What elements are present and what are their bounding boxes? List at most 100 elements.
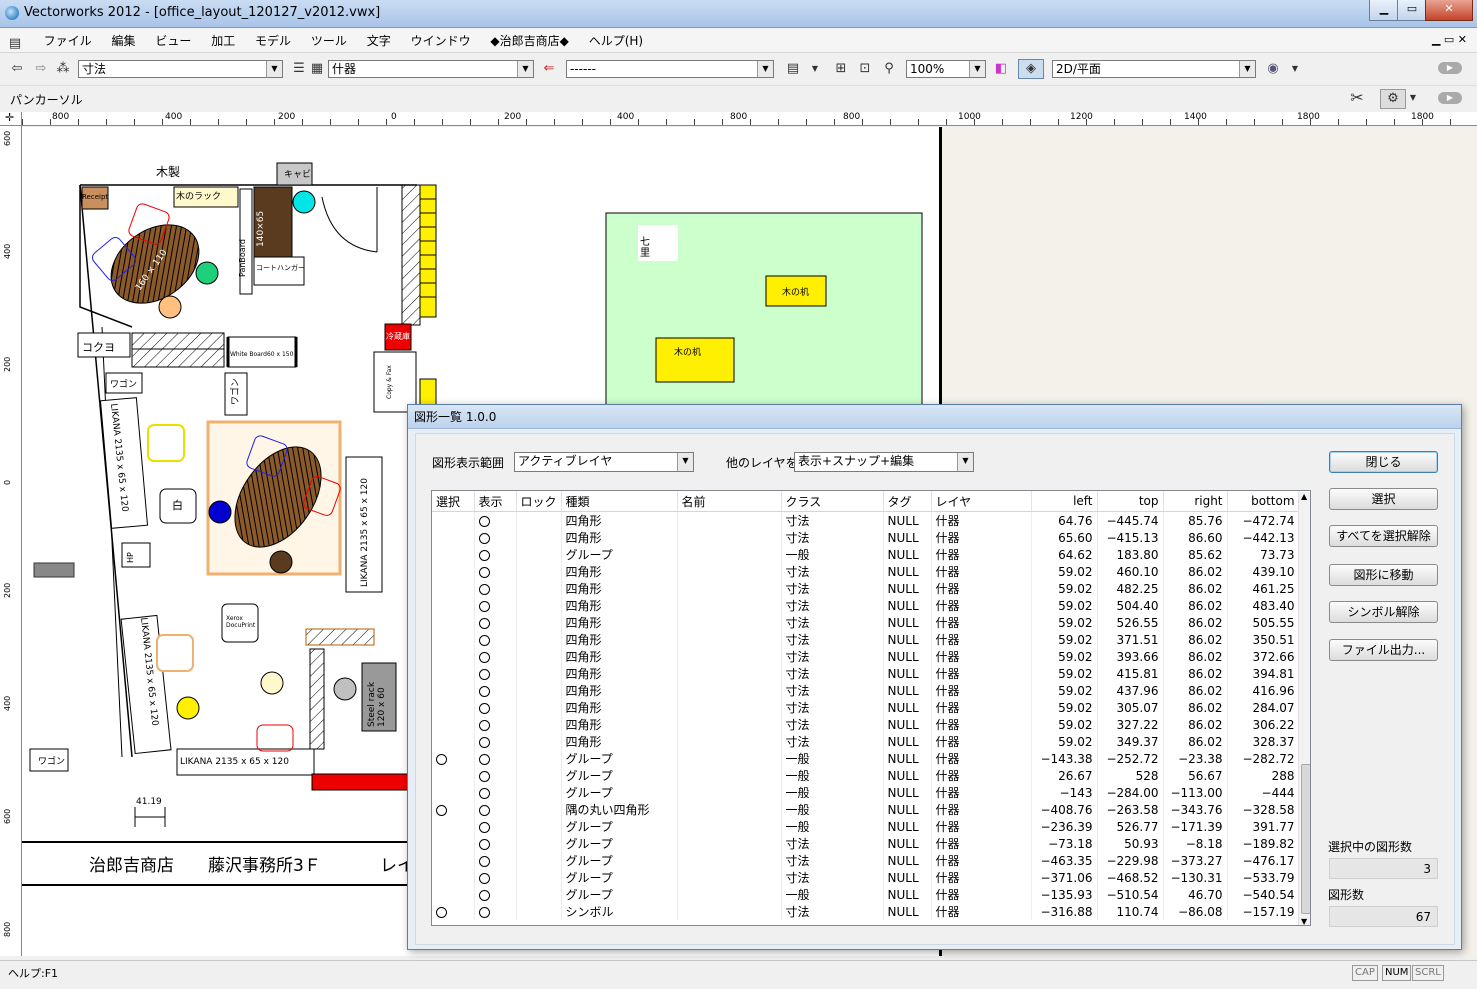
table-row[interactable]: 四角形 寸法 NULL 什器 59.02 415.81 86.02 394.81	[432, 665, 1300, 682]
gear-dropdown-icon[interactable]: ▼	[1404, 89, 1422, 107]
menu-custom[interactable]: ◆治郎吉商店◆	[482, 29, 576, 53]
circle-icon[interactable]	[478, 515, 490, 527]
circle-icon[interactable]	[478, 855, 490, 867]
col-bottom[interactable]: bottom	[1227, 491, 1300, 512]
table-row[interactable]: 四角形 寸法 NULL 什器 59.02 460.10 86.02 439.10	[432, 563, 1300, 580]
circle-icon[interactable]	[478, 566, 490, 578]
col-top[interactable]: top	[1097, 491, 1164, 512]
horizontal-ruler[interactable]: 800 400 200 0 200 400 800 800 1000 1200 …	[22, 112, 1477, 126]
menu-edit[interactable]: 編集	[104, 29, 144, 53]
table-row[interactable]: グループ 寸法 NULL 什器 −463.35 −229.98 −373.27 −476.17	[432, 852, 1300, 869]
table-row[interactable]: グループ 寸法 NULL 什器 −371.06 −468.52 −130.31 −533.79	[432, 869, 1300, 886]
table-row[interactable]: 四角形 寸法 NULL 什器 59.02 482.25 86.02 461.25	[432, 580, 1300, 597]
col-right[interactable]: right	[1163, 491, 1228, 512]
table-row[interactable]: グループ 一般 NULL 什器 64.62 183.80 85.62 73.73	[432, 546, 1300, 563]
camera-dropdown-icon[interactable]: ▼	[1286, 60, 1304, 78]
scope-combo[interactable]: アクティブレイヤ ▼	[514, 452, 694, 472]
table-row[interactable]: グループ 一般 NULL 什器 −143 −284.00 −113.00 −444	[432, 784, 1300, 801]
forward-icon[interactable]: ⇨	[32, 60, 50, 78]
table-row[interactable]: 四角形 寸法 NULL 什器 59.02 371.51 86.02 350.51	[432, 631, 1300, 648]
deselect-all-button[interactable]: すべてを選択解除	[1329, 525, 1438, 547]
ruler-origin[interactable]: ✛	[0, 111, 22, 126]
scroll-up-icon[interactable]: ▲	[1301, 492, 1307, 501]
circle-icon[interactable]	[478, 600, 490, 612]
circle-icon[interactable]	[478, 804, 490, 816]
document-icon[interactable]: ▤	[6, 35, 24, 53]
layers-icon[interactable]: ☰	[290, 60, 308, 78]
list-scrollbar[interactable]: ▲ ▼	[1298, 492, 1310, 925]
circle-icon[interactable]	[478, 583, 490, 595]
table-row[interactable]: グループ 寸法 NULL 什器 −73.18 50.93 −8.18 −189.82	[432, 835, 1300, 852]
other-layers-combo[interactable]: 表示+スナップ+編集 ▼	[794, 452, 974, 472]
class-icon[interactable]: ⁂	[54, 60, 72, 78]
circle-icon[interactable]	[478, 821, 490, 833]
table-row[interactable]: 四角形 寸法 NULL 什器 65.60 −415.13 86.60 −442.13	[432, 529, 1300, 546]
circle-icon[interactable]	[478, 753, 490, 765]
circle-icon[interactable]	[478, 532, 490, 544]
menu-text[interactable]: 文字	[359, 29, 399, 53]
layer-combo[interactable]: 什器 ▼	[328, 60, 534, 78]
col-tag[interactable]: タグ	[883, 491, 932, 512]
circle-icon[interactable]	[478, 906, 490, 918]
circle-icon[interactable]	[478, 889, 490, 901]
col-visible[interactable]: 表示	[474, 491, 517, 512]
circle-icon[interactable]	[436, 906, 447, 918]
style-combo[interactable]: ------ ▼	[566, 60, 774, 78]
circle-icon[interactable]	[478, 787, 490, 799]
menu-view[interactable]: ビュー	[147, 29, 199, 53]
circle-icon[interactable]	[478, 634, 490, 646]
circle-icon[interactable]	[478, 736, 490, 748]
maximize-button[interactable]: ▭	[1397, 0, 1427, 21]
menu-window[interactable]: ウインドウ	[403, 29, 479, 53]
vertical-ruler[interactable]: 600 400 200 0 200 400 600 800	[0, 126, 22, 956]
scroll-thumb[interactable]	[1301, 764, 1310, 914]
table-row[interactable]: グループ 一般 NULL 什器 26.67 528 56.67 288	[432, 767, 1300, 784]
close-button[interactable]: 閉じる	[1329, 451, 1438, 473]
circle-icon[interactable]	[478, 651, 490, 663]
fit-icon[interactable]: ⊞	[832, 60, 850, 78]
export-button[interactable]: ファイル出力...	[1329, 639, 1438, 661]
table-row[interactable]: 四角形 寸法 NULL 什器 59.02 305.07 86.02 284.07	[432, 699, 1300, 716]
minimize-button[interactable]: ▁	[1369, 0, 1399, 21]
mdi-controls[interactable]: ▁ ▭ ✕	[1432, 33, 1467, 46]
render-icon[interactable]: ◧	[992, 60, 1010, 78]
circle-icon[interactable]	[478, 872, 490, 884]
view-combo[interactable]: 2D/平面 ▼	[1052, 60, 1256, 78]
pan-tool-icon[interactable]: ✂	[1348, 89, 1366, 107]
table-row[interactable]: 四角形 寸法 NULL 什器 59.02 393.66 86.02 372.66	[432, 648, 1300, 665]
col-select[interactable]: 選択	[432, 491, 475, 512]
table-row[interactable]: 隅の丸い四角形 一般 NULL 什器 −408.76 −263.58 −343.76 −328…	[432, 801, 1300, 818]
modebar-toggle-icon[interactable]: ▶	[1438, 92, 1462, 104]
page-icon[interactable]: ▤	[784, 60, 802, 78]
col-lock[interactable]: ロック	[516, 491, 562, 512]
circle-icon[interactable]	[478, 719, 490, 731]
circle-icon[interactable]	[436, 753, 447, 765]
table-row[interactable]: 四角形 寸法 NULL 什器 59.02 437.96 86.02 416.96	[432, 682, 1300, 699]
col-layer[interactable]: レイヤ	[931, 491, 1032, 512]
circle-icon[interactable]	[478, 702, 490, 714]
select-button[interactable]: 選択	[1329, 488, 1438, 510]
unsymbol-button[interactable]: シンボル解除	[1329, 601, 1438, 623]
layer-options-icon[interactable]: ▦	[308, 60, 326, 78]
col-class[interactable]: クラス	[781, 491, 884, 512]
menu-file[interactable]: ファイル	[36, 29, 100, 53]
back-icon[interactable]: ⇦	[8, 60, 26, 78]
table-row[interactable]: 四角形 寸法 NULL 什器 59.02 327.22 86.02 306.22	[432, 716, 1300, 733]
shape-list[interactable]: 選択 表示 ロック 種類 名前 クラス タグ レイヤ left top righ…	[431, 490, 1311, 926]
dialog-title[interactable]: 図形一覧 1.0.0	[408, 405, 1461, 429]
style-icon[interactable]: ⇐	[540, 60, 558, 78]
circle-icon[interactable]	[478, 617, 490, 629]
menu-model[interactable]: モデル	[247, 29, 299, 53]
circle-icon[interactable]	[478, 549, 490, 561]
magnifier-icon[interactable]: ⚲	[880, 60, 898, 78]
table-row[interactable]: 四角形 寸法 NULL 什器 59.02 526.55 86.02 505.55	[432, 614, 1300, 631]
scroll-down-icon[interactable]: ▼	[1301, 917, 1307, 925]
col-type[interactable]: 種類	[561, 491, 678, 512]
menu-modify[interactable]: 加工	[203, 29, 243, 53]
move-to-shape-button[interactable]: 図形に移動	[1329, 564, 1438, 586]
table-row[interactable]: グループ 一般 NULL 什器 −143.38 −252.72 −23.38 −282.72	[432, 750, 1300, 767]
table-row[interactable]: 四角形 寸法 NULL 什器 59.02 504.40 86.02 483.40	[432, 597, 1300, 614]
zoom-fit-icon[interactable]: ⊡	[856, 60, 874, 78]
toolbar-toggle-icon[interactable]: ▶	[1438, 62, 1462, 74]
circle-icon[interactable]	[478, 770, 490, 782]
